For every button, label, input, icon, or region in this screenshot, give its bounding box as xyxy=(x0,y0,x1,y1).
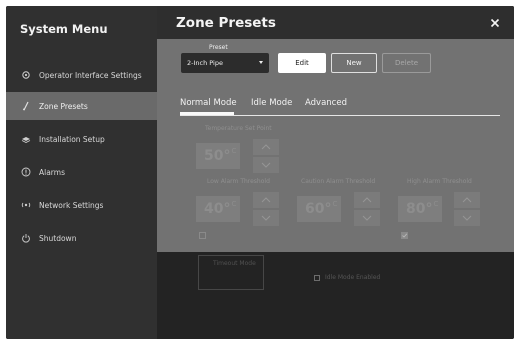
active-tab-indicator xyxy=(180,112,234,115)
network-icon xyxy=(21,200,31,210)
sidebar-item-network-settings[interactable]: Network Settings xyxy=(6,191,157,219)
caution-alarm-unit: C xyxy=(332,200,338,208)
low-alarm-value[interactable]: 40° C xyxy=(196,196,240,222)
idle-mode-enabled-label: Idle Mode Enabled xyxy=(325,274,381,281)
pen-icon xyxy=(21,101,31,111)
caution-alarm-label: Caution Alarm Threshold xyxy=(301,178,375,185)
low-alarm-increase-button[interactable] xyxy=(253,192,279,208)
page-title: Zone Presets xyxy=(176,15,276,31)
chevron-down-icon xyxy=(261,162,271,168)
sidebar-item-label: Installation Setup xyxy=(39,134,105,144)
chevron-down-icon xyxy=(261,215,271,221)
timeout-mode-label: Timeout Mode xyxy=(213,260,256,267)
low-alarm-decrease-button[interactable] xyxy=(253,210,279,226)
install-icon xyxy=(21,134,31,144)
sidebar-item-alarms[interactable]: Alarms xyxy=(6,158,157,186)
caution-alarm-label-text: Caution Alarm xyxy=(301,178,344,185)
high-alarm-value[interactable]: 80° C xyxy=(398,196,442,222)
sidebar: System Menu Operator Interface Settings … xyxy=(6,6,157,339)
temperature-value[interactable]: 50° C xyxy=(196,143,240,169)
temperature-value-text: 50° xyxy=(204,148,231,164)
new-button[interactable]: New xyxy=(331,53,377,73)
caution-alarm-increase-button[interactable] xyxy=(354,192,380,208)
low-alarm-label-suffix: Threshold xyxy=(240,178,270,185)
low-alarm-label: Low Alarm Threshold xyxy=(207,178,270,185)
chevron-up-icon xyxy=(362,197,372,203)
chevron-up-icon xyxy=(261,144,271,150)
tab-idle-mode[interactable]: Idle Mode xyxy=(251,98,292,108)
preset-panel: Preset 2-Inch Pipe Edit New Delete Norma… xyxy=(157,39,514,252)
sidebar-item-operator-interface-settings[interactable]: Operator Interface Settings xyxy=(6,61,157,89)
edit-button[interactable]: Edit xyxy=(278,53,326,73)
high-alarm-unit: C xyxy=(433,200,439,208)
chevron-down-icon xyxy=(259,61,263,64)
main-content: Zone Presets Preset 2-Inch Pipe Edit New… xyxy=(157,6,514,339)
low-alarm-value-text: 40° xyxy=(204,201,231,217)
sidebar-title: System Menu xyxy=(20,22,108,36)
chevron-up-icon xyxy=(462,197,472,203)
temperature-label-text: Temperature xyxy=(205,125,244,132)
caution-alarm-value-text: 60° xyxy=(305,201,332,217)
temperature-label-suffix: Set Point xyxy=(244,125,272,132)
preset-select-value: 2-Inch Pipe xyxy=(187,59,223,67)
low-alarm-label-text: Low Alarm xyxy=(207,178,239,185)
sidebar-item-label: Operator Interface Settings xyxy=(39,70,142,80)
chevron-down-icon xyxy=(462,215,472,221)
power-icon xyxy=(21,233,31,243)
caution-alarm-value[interactable]: 60° C xyxy=(297,196,341,222)
timeout-mode-field[interactable]: Timeout Mode xyxy=(198,255,264,290)
delete-button[interactable]: Delete xyxy=(382,53,431,73)
temperature-label: Temperature Set Point xyxy=(205,125,272,132)
sidebar-item-shutdown[interactable]: Shutdown xyxy=(6,224,157,252)
low-alarm-enable-checkbox[interactable] xyxy=(199,232,206,239)
sidebar-item-label: Shutdown xyxy=(39,233,77,243)
caution-alarm-decrease-button[interactable] xyxy=(354,210,380,226)
high-alarm-label: High Alarm Threshold xyxy=(407,178,472,185)
alert-icon xyxy=(21,167,31,177)
preset-label: Preset xyxy=(209,44,228,51)
sidebar-item-installation-setup[interactable]: Installation Setup xyxy=(6,125,157,153)
temperature-unit: C xyxy=(231,147,237,155)
checkmark-icon xyxy=(402,233,408,238)
chevron-up-icon xyxy=(261,197,271,203)
idle-mode-enabled-checkbox[interactable] xyxy=(314,275,320,281)
high-alarm-enable-checkbox[interactable] xyxy=(401,232,408,239)
tab-advanced[interactable]: Advanced xyxy=(305,98,347,108)
mode-tabs: Normal Mode Idle Mode Advanced xyxy=(180,92,500,116)
high-alarm-increase-button[interactable] xyxy=(454,192,480,208)
sidebar-item-label: Alarms xyxy=(39,167,65,177)
app-window: System Menu Operator Interface Settings … xyxy=(6,6,514,339)
temperature-decrease-button[interactable] xyxy=(253,157,279,173)
preset-select[interactable]: 2-Inch Pipe xyxy=(181,53,269,73)
sidebar-item-zone-presets[interactable]: Zone Presets xyxy=(6,92,157,120)
low-alarm-unit: C xyxy=(231,200,237,208)
high-alarm-label-suffix: Threshold xyxy=(442,178,472,185)
chevron-down-icon xyxy=(362,215,372,221)
caution-alarm-label-suffix: Threshold xyxy=(345,178,376,185)
gear-icon xyxy=(21,70,31,80)
high-alarm-decrease-button[interactable] xyxy=(454,210,480,226)
close-icon[interactable] xyxy=(488,15,502,29)
tab-normal-mode[interactable]: Normal Mode xyxy=(180,98,237,108)
high-alarm-label-text: High Alarm xyxy=(407,178,441,185)
high-alarm-value-text: 80° xyxy=(406,201,433,217)
sidebar-item-label: Network Settings xyxy=(39,200,104,210)
sidebar-item-label: Zone Presets xyxy=(39,101,88,111)
temperature-increase-button[interactable] xyxy=(253,139,279,155)
